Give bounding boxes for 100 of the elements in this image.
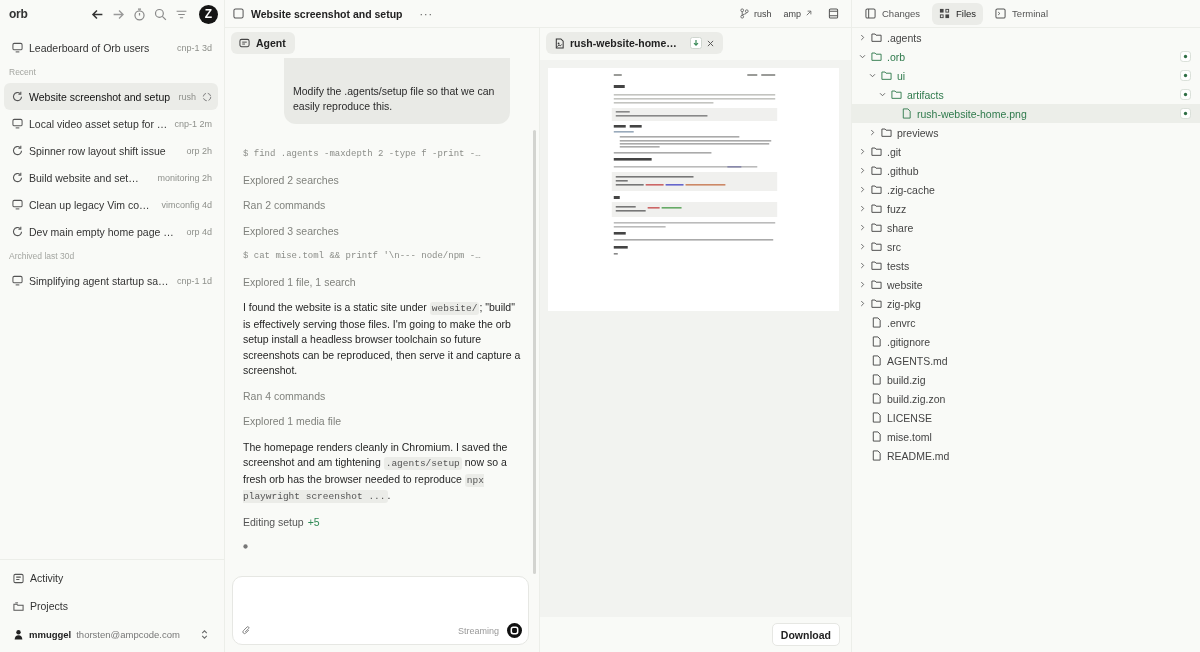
panel-tab[interactable]: Files	[932, 2, 984, 25]
modified-dot-icon	[1180, 108, 1191, 119]
stop-icon[interactable]	[507, 623, 522, 638]
thread-item[interactable]: Leaderboard of Orb users cnp-1 3d	[4, 34, 218, 61]
chevron-right-icon[interactable]	[859, 167, 866, 174]
file-tree-item[interactable]: .orb	[852, 47, 1200, 66]
refresh-icon	[12, 91, 23, 102]
thread-item[interactable]: Build website and set… monitoring 2h	[4, 164, 218, 191]
chevron-right-icon[interactable]	[859, 300, 866, 307]
panel-tab[interactable]: Changes	[858, 2, 928, 25]
step-summary[interactable]: Ran 2 commands	[243, 198, 521, 214]
arrow-left-icon[interactable]	[91, 7, 104, 21]
panel-icon[interactable]	[828, 8, 839, 19]
thread-meta: cnp-1 2m	[174, 118, 212, 129]
folder-icon	[871, 165, 882, 176]
thread-item[interactable]: Dev main empty home page … orp 4d	[4, 218, 218, 245]
step-summary[interactable]: Ran 4 commands	[243, 388, 521, 404]
step-summary[interactable]: Explored 3 searches	[243, 223, 521, 239]
section-heading: Archived last 30d	[8, 250, 76, 263]
arrow-right-icon[interactable]	[112, 7, 125, 21]
nav-item[interactable]: Activity	[4, 564, 220, 592]
paperclip-icon[interactable]	[241, 625, 252, 636]
thread-item[interactable]: Simplifying agent startup sa… cnp-1 1d	[4, 267, 218, 294]
folder-icon	[871, 146, 882, 157]
file-tree-item[interactable]: README.md	[852, 446, 1200, 465]
file-tree-item[interactable]: zig-pkg	[852, 294, 1200, 313]
file-tree-item[interactable]: .agents	[852, 28, 1200, 47]
search-icon[interactable]	[154, 7, 167, 21]
down-arrow-badge-icon	[689, 37, 702, 49]
up-down-chevron-icon[interactable]	[199, 628, 210, 640]
user-message: Modify the .agents/setup file so that we can easily reproduce this.	[284, 58, 510, 124]
chevron-down-icon[interactable]	[859, 53, 866, 60]
chevron-right-icon[interactable]	[869, 129, 876, 136]
agent-tab[interactable]: Agent	[231, 32, 295, 54]
account-email: thorsten@ampcode.com	[76, 628, 180, 640]
file-tree-item[interactable]: build.zig.zon	[852, 389, 1200, 408]
refresh-icon	[12, 145, 23, 156]
file-tree-item[interactable]: .envrc	[852, 313, 1200, 332]
more-button[interactable]: ···	[419, 7, 433, 20]
file-tree-item[interactable]: tests	[852, 256, 1200, 275]
panel-tab[interactable]: Terminal	[988, 2, 1055, 25]
file-tree-item[interactable]: .gitignore	[852, 332, 1200, 351]
file-tree-item[interactable]: ui	[852, 66, 1200, 85]
chevron-right-icon[interactable]	[859, 243, 866, 250]
file-tree-item[interactable]: mise.toml	[852, 427, 1200, 446]
monitor-icon	[12, 118, 23, 129]
file-icon	[901, 108, 912, 119]
window-icon	[233, 8, 244, 19]
avatar-button[interactable]: Z	[199, 4, 218, 24]
person-icon	[13, 628, 24, 640]
nav-item[interactable]: Projects	[4, 592, 220, 620]
folder-icon	[871, 260, 882, 271]
folder-icon	[871, 241, 882, 252]
amp-link[interactable]: amp	[783, 8, 801, 19]
folder-icon	[891, 89, 902, 100]
file-tree-item[interactable]: .zig-cache	[852, 180, 1200, 199]
chevron-right-icon[interactable]	[859, 34, 866, 41]
chevron-right-icon[interactable]	[859, 262, 866, 269]
chevron-right-icon[interactable]	[859, 148, 866, 155]
external-link-icon[interactable]	[805, 10, 812, 17]
file-icon	[871, 450, 882, 461]
thread-item[interactable]: Website screenshot and setup rush	[4, 83, 218, 110]
chevron-right-icon[interactable]	[859, 224, 866, 231]
file-icon	[871, 355, 882, 366]
chevron-right-icon[interactable]	[859, 205, 866, 212]
thread-meta: rush	[178, 91, 196, 102]
step-summary[interactable]: Explored 1 file, 1 search	[243, 274, 521, 290]
modified-dot-icon	[1180, 70, 1191, 81]
file-icon	[871, 317, 882, 328]
file-tree-item[interactable]: LICENSE	[852, 408, 1200, 427]
thread-item[interactable]: Spinner row layout shift issue orp 2h	[4, 137, 218, 164]
scrollbar[interactable]	[533, 130, 536, 574]
branch-icon	[738, 8, 750, 19]
file-tree-item[interactable]: website	[852, 275, 1200, 294]
file-tab[interactable]: rush-website-home…	[546, 32, 723, 54]
chevron-right-icon[interactable]	[859, 186, 866, 193]
folder-icon	[871, 298, 882, 309]
edit-step[interactable]: Editing setup	[243, 514, 304, 530]
file-tree-item[interactable]: share	[852, 218, 1200, 237]
download-button[interactable]: Download	[771, 623, 840, 646]
file-tree-item[interactable]: build.zig	[852, 370, 1200, 389]
step-summary[interactable]: Explored 1 media file	[243, 414, 521, 430]
file-tree-item[interactable]: src	[852, 237, 1200, 256]
stopwatch-icon[interactable]	[133, 7, 146, 21]
thread-item[interactable]: Clean up legacy Vim co… vimconfig 4d	[4, 191, 218, 218]
file-tree-item[interactable]: fuzz	[852, 199, 1200, 218]
close-icon[interactable]	[706, 39, 714, 47]
agent-message: I found the website is a static site under website/ ; "build" is effectively serving those files. I'm going to make the orb setup install a headless browser toolchain so future screenshots can be reproduced, then serve it and capture a screenshot.	[243, 300, 521, 378]
step-summary[interactable]: Explored 2 searches	[243, 172, 521, 188]
chevron-down-icon[interactable]	[879, 91, 886, 98]
file-tree-item[interactable]: rush-website-home.png	[852, 104, 1200, 123]
diff-icon	[865, 8, 876, 19]
chevron-down-icon[interactable]	[869, 72, 876, 79]
file-tree-item[interactable]: artifacts	[852, 85, 1200, 104]
chevron-right-icon[interactable]	[859, 281, 866, 288]
thread-item[interactable]: Local video asset setup for … cnp-1 2m	[4, 110, 218, 137]
file-tree-item[interactable]: .github	[852, 161, 1200, 180]
file-tree-item[interactable]: previews	[852, 123, 1200, 142]
file-tree-item[interactable]: AGENTS.md	[852, 351, 1200, 370]
file-tree-item[interactable]: .git	[852, 142, 1200, 161]
